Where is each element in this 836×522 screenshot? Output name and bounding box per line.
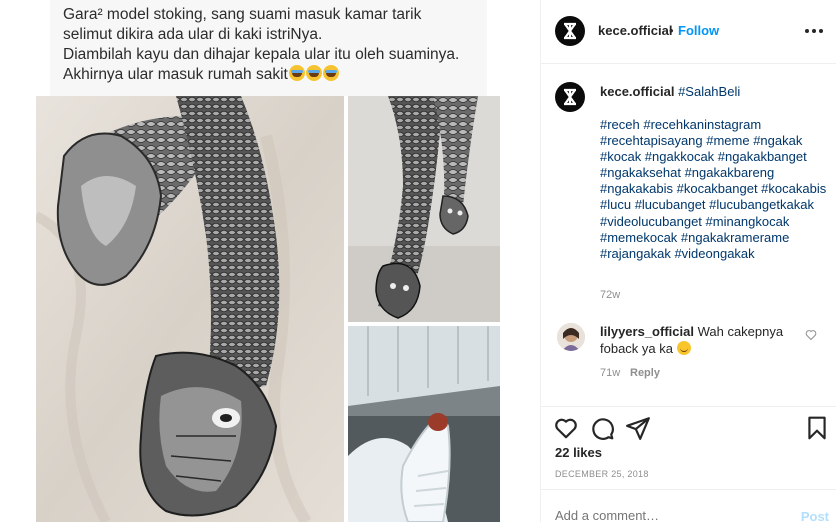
more-options-icon[interactable] (805, 24, 825, 38)
meme-caption-line: selimut dikira ada ular di kaki istriNya… (63, 26, 323, 43)
meme-caption-line: Diambilah kayu dan dihajar kepala ular i… (63, 46, 460, 63)
laughing-emoji-icon (305, 65, 322, 81)
profile-avatar[interactable] (555, 16, 585, 46)
post-header: kece.official • Follow (541, 0, 836, 64)
reply-button[interactable]: Reply (630, 367, 660, 379)
commenter-username[interactable]: lilyyers_official (600, 324, 694, 339)
caption-line: kece.official #SalahBeli (600, 84, 740, 99)
photo-hospital-bandaged-foot (348, 326, 500, 522)
laughing-emoji-icon (322, 65, 339, 81)
meme-caption: Gara² model stoking, sang suami masuk ka… (50, 0, 487, 96)
laughing-emoji-icon (288, 65, 305, 81)
share-icon[interactable] (625, 415, 651, 441)
post-sidebar: kece.official • Follow kece.official #Sa… (540, 0, 836, 522)
heart-icon[interactable] (553, 415, 579, 441)
meme-caption-line: Gara² model stoking, sang suami masuk ka… (63, 6, 422, 23)
comment-text: lilyyers_official Wah cakepnya foback ya… (600, 323, 790, 357)
photo-snake-stockings-small (348, 96, 500, 322)
add-comment-row: Post (541, 489, 836, 522)
kece-logo-icon (564, 88, 576, 106)
add-comment-input[interactable] (555, 508, 775, 522)
photo-snake-stockings-large (36, 96, 344, 522)
comment-icon[interactable] (589, 415, 615, 441)
comments-section[interactable]: kece.official #SalahBeli #receh #recehka… (541, 65, 836, 406)
comment-time[interactable]: 71w (600, 367, 620, 379)
header-username[interactable]: kece.official (598, 23, 672, 38)
meme-caption-line: Akhirnya ular masuk rumah sakit (63, 65, 339, 85)
action-bar (541, 406, 836, 446)
kece-logo-icon (564, 22, 576, 40)
comment-like-heart-icon[interactable] (805, 329, 817, 341)
smile-emoji-icon (676, 341, 691, 355)
caption-time[interactable]: 72w (600, 289, 620, 301)
caption-avatar[interactable] (555, 82, 585, 112)
separator-dot: • (669, 23, 674, 38)
follow-button[interactable]: Follow (678, 23, 719, 38)
post-comment-button[interactable]: Post (801, 509, 829, 522)
likes-count[interactable]: 22 likes (555, 445, 602, 460)
post-date[interactable]: DECEMBER 25, 2018 (555, 469, 649, 479)
caption-hashtags[interactable]: #receh #recehkaninstagram #recehtapisaya… (600, 117, 830, 262)
caption-username[interactable]: kece.official (600, 84, 674, 99)
hashtag-link[interactable]: #SalahBeli (678, 84, 740, 99)
bookmark-icon[interactable] (804, 415, 830, 441)
post-media[interactable]: Gara² model stoking, sang suami masuk ka… (0, 0, 540, 522)
commenter-avatar[interactable] (557, 323, 585, 351)
